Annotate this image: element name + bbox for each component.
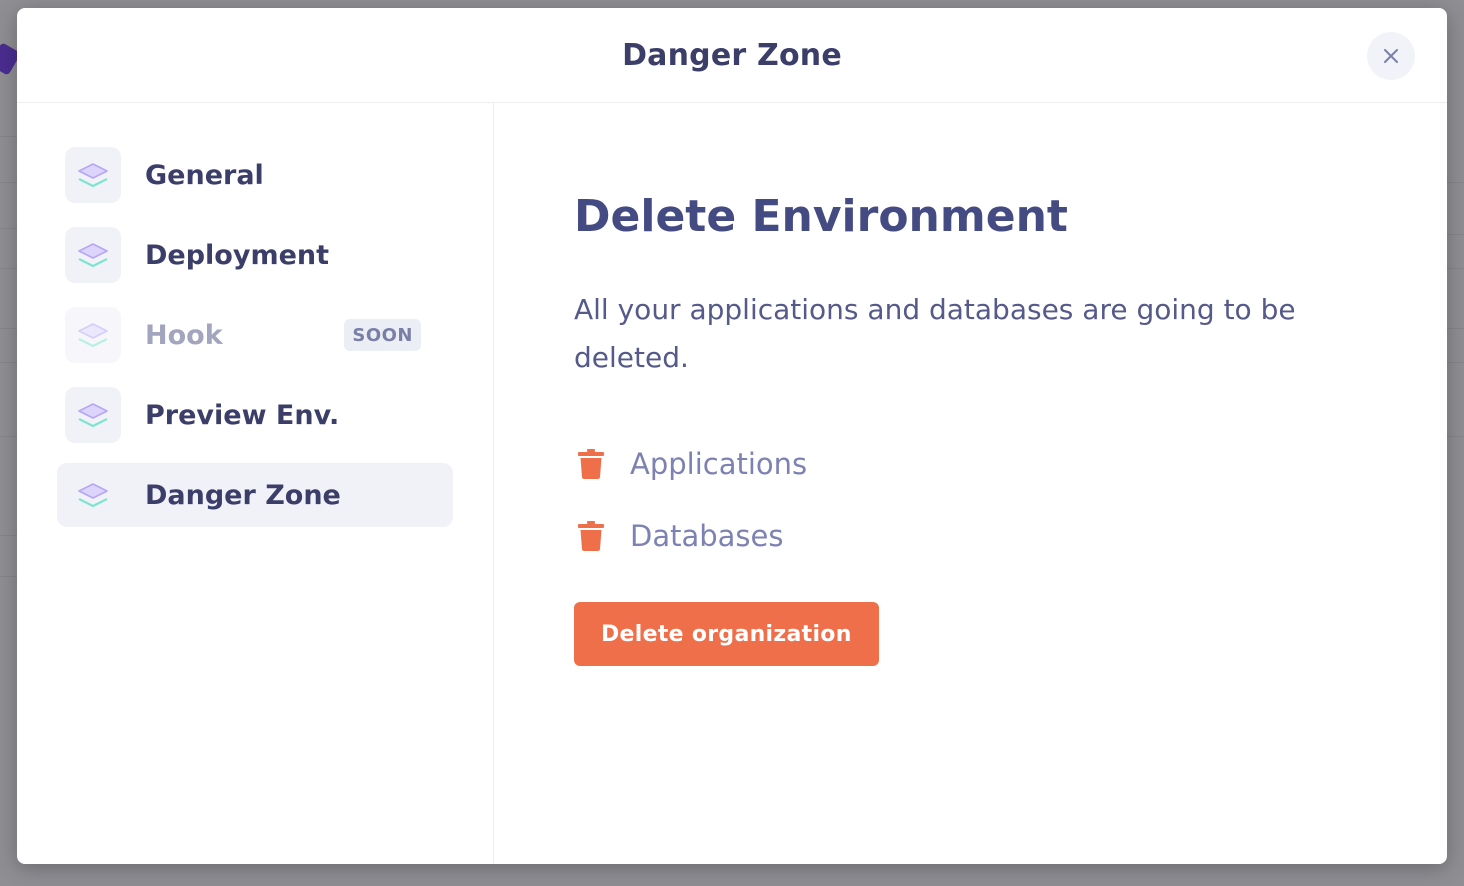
bg-divider <box>1447 436 1464 437</box>
danger-zone-panel: Delete Environment All your applications… <box>494 103 1447 864</box>
sidebar-item-danger-zone[interactable]: Danger Zone <box>57 463 453 527</box>
bg-divider <box>0 362 17 363</box>
bg-divider <box>1447 268 1464 269</box>
bg-divider <box>0 268 17 269</box>
settings-sidebar: General Deployment Hook SOON Preview Env… <box>17 103 494 864</box>
modal-title: Danger Zone <box>622 37 842 73</box>
sidebar-item-label: Danger Zone <box>145 479 341 511</box>
bg-divider <box>0 576 17 577</box>
list-item-label: Applications <box>630 447 808 481</box>
bg-divider <box>1447 182 1464 183</box>
trash-icon <box>578 449 604 479</box>
delete-organization-button[interactable]: Delete organization <box>574 602 879 666</box>
sidebar-item-label: General <box>145 159 264 191</box>
bg-divider <box>0 136 17 137</box>
list-item: Databases <box>574 500 1367 572</box>
sidebar-item-label: Deployment <box>145 239 330 271</box>
modal-header: Danger Zone <box>17 8 1447 103</box>
sidebar-item-label: Preview Env. <box>145 399 340 431</box>
sidebar-item-label: Hook <box>145 319 223 351</box>
soon-badge: SOON <box>344 319 421 351</box>
sidebar-item-preview-env[interactable]: Preview Env. <box>57 383 453 447</box>
close-button[interactable] <box>1367 32 1415 80</box>
layers-icon <box>78 243 108 268</box>
bg-divider <box>1447 234 1464 235</box>
section-title: Delete Environment <box>574 191 1068 242</box>
bg-divider <box>0 328 17 329</box>
close-icon <box>1384 49 1398 63</box>
bg-divider <box>0 182 17 183</box>
sidebar-item-deployment[interactable]: Deployment <box>57 223 453 287</box>
bg-divider <box>0 436 17 437</box>
bg-divider <box>1447 328 1464 329</box>
bg-divider <box>0 228 17 229</box>
deletion-list: Applications Databases <box>574 428 1367 572</box>
bg-divider <box>1447 362 1464 363</box>
section-description: All your applications and databases are … <box>574 293 1296 374</box>
layers-icon <box>78 403 108 428</box>
layers-icon <box>78 163 108 188</box>
layers-icon <box>78 323 108 348</box>
sidebar-item-general[interactable]: General <box>57 143 453 207</box>
sidebar-item-hook[interactable]: Hook SOON <box>57 303 453 367</box>
trash-icon <box>578 521 604 551</box>
settings-modal: Danger Zone General Deployment Hook SOON… <box>17 8 1447 864</box>
list-item: Applications <box>574 428 1367 500</box>
layers-icon <box>78 483 108 508</box>
list-item-label: Databases <box>630 519 784 553</box>
bg-divider <box>0 535 17 536</box>
